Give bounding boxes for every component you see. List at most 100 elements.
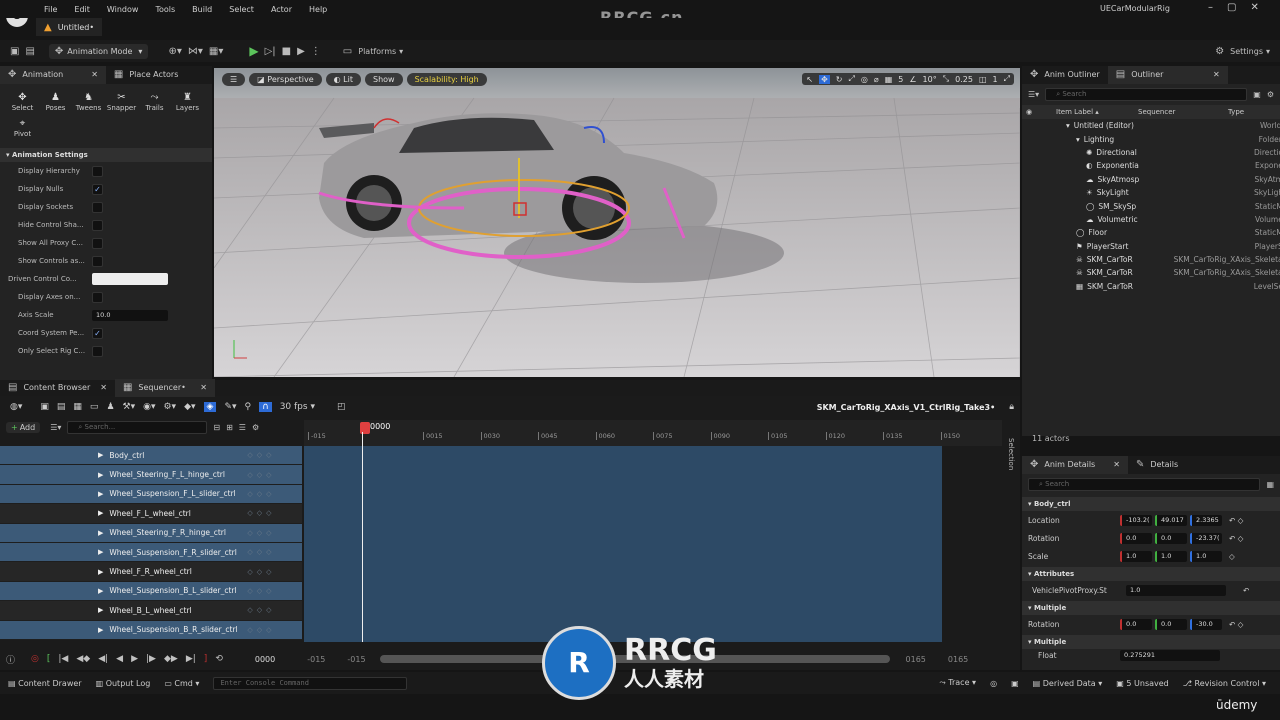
work-end[interactable]: 0165	[906, 655, 926, 664]
tab-place-actors[interactable]: ▦ Place Actors	[106, 66, 186, 84]
menu-edit[interactable]: Edit	[74, 5, 90, 14]
menu-actor[interactable]: Actor	[271, 5, 292, 14]
setting-checkbox[interactable]	[92, 291, 103, 303]
tool-trails[interactable]: ⤳ Trails	[138, 92, 171, 112]
find-icon[interactable]: ▤	[57, 402, 66, 412]
key-nav-icon[interactable]: ◇◇◇	[247, 587, 275, 595]
close-window-icon[interactable]: ✕	[1250, 2, 1258, 13]
expand-arrow-icon[interactable]: ▶	[98, 606, 103, 614]
reverse-icon[interactable]: ◀	[116, 654, 123, 664]
maximize-viewport-icon[interactable]: ⤢	[1004, 74, 1010, 84]
setting-checkbox[interactable]: ✓	[92, 327, 103, 339]
location-z[interactable]: 2.3365	[1190, 514, 1222, 526]
jump-end-icon[interactable]: ▶|	[186, 654, 196, 664]
lit-button[interactable]: ◐ Lit	[325, 72, 361, 86]
scale-z[interactable]: 1.0	[1190, 550, 1222, 562]
expand-icon[interactable]: ⊞	[226, 423, 233, 432]
prev-frame-icon[interactable]: ◀|	[98, 654, 108, 664]
rotation2-y[interactable]: 0.0	[1155, 618, 1187, 630]
tool-poses[interactable]: ♟ Poses	[39, 92, 72, 112]
trace-button[interactable]: ⤳ Trace ▾	[939, 678, 976, 688]
track-row[interactable]: ▶ Wheel_Steering_F_R_hinge_ctrl ◇◇◇	[0, 523, 302, 543]
outliner-row[interactable]: ☀SkyLight SkyLigh	[1022, 186, 1280, 199]
key-icon[interactable]: ♟	[106, 402, 114, 412]
play-forward-icon[interactable]: ▶	[131, 654, 138, 664]
camera-speed-value[interactable]: 1	[993, 75, 998, 84]
output-log-button[interactable]: ▥ Output Log	[96, 679, 151, 688]
tool-select[interactable]: ✥ Select	[6, 92, 39, 112]
multiple-header[interactable]: ▾ Multiple	[1022, 601, 1280, 615]
marker-icon[interactable]: ⚲	[245, 402, 252, 412]
track-row[interactable]: ▶ Wheel_B_L_wheel_ctrl ◇◇◇	[0, 601, 302, 621]
cinematics-icon[interactable]: ▦▾	[209, 46, 223, 57]
body-ctrl-header[interactable]: ▾ Body_ctrl	[1022, 497, 1280, 511]
play-icon[interactable]: ▶	[249, 44, 258, 58]
add-actor-icon[interactable]: ⊕▾	[168, 46, 181, 57]
select-mode-icon[interactable]: ↖	[806, 75, 813, 84]
step-icon[interactable]: ▷|	[265, 46, 276, 57]
more-icon[interactable]: ⋮	[311, 46, 321, 57]
info-icon[interactable]: ⓘ	[6, 653, 15, 666]
setting-checkbox[interactable]	[92, 255, 103, 267]
next-frame-icon[interactable]: |▶	[146, 654, 156, 664]
maximize-icon[interactable]: ▢	[1227, 2, 1236, 13]
setting-checkbox[interactable]	[92, 219, 103, 231]
outliner-row[interactable]: ☁ SkyAtmosp SkyAtm	[1022, 173, 1280, 186]
menu-tools[interactable]: Tools	[155, 5, 175, 14]
outliner-search[interactable]: ⌕ Search	[1045, 88, 1248, 101]
derived-data-button[interactable]: ▤ Derived Data ▾	[1033, 679, 1103, 688]
expand-arrow-icon[interactable]: ▶	[98, 548, 103, 556]
outliner-row[interactable]: ☠ SKM_CarToR SKM_CarToRig_XAxis_ Skeleta	[1022, 253, 1280, 266]
rotation2-z[interactable]: -30.0	[1190, 618, 1222, 630]
end-marker-icon[interactable]: ]	[204, 654, 208, 664]
track-row[interactable]: ▶ Wheel_Suspension_B_L_slider_ctrl ◇◇◇	[0, 581, 302, 602]
location-y[interactable]: 49.017	[1155, 514, 1187, 526]
platforms-button[interactable]: ▭ Platforms ▾	[343, 46, 403, 57]
angle-value[interactable]: 10°	[923, 75, 937, 84]
next-key-icon[interactable]: ◆▶	[164, 654, 178, 664]
playback-icon[interactable]: ⚙▾	[163, 402, 176, 412]
menu-build[interactable]: Build	[192, 5, 212, 14]
content-drawer-button[interactable]: ▤ Content Drawer	[8, 679, 82, 688]
close-icon[interactable]: ✕	[1113, 456, 1120, 474]
setting-checkbox[interactable]	[92, 237, 103, 249]
key-nav-icon[interactable]: ◇◇◇	[247, 490, 275, 498]
animation-settings-header[interactable]: ▾ Animation Settings	[0, 148, 212, 162]
track-row[interactable]: ▶ Wheel_Steering_F_L_hinge_ctrl ◇◇◇	[0, 465, 302, 485]
expand-arrow-icon[interactable]: ▶	[98, 626, 103, 634]
reset-icon[interactable]: ↶ ◇	[1229, 516, 1243, 525]
key-nav-icon[interactable]: ◇◇◇	[247, 548, 275, 556]
tab-content-browser[interactable]: ▤ Content Browser ✕	[0, 379, 115, 397]
expand-arrow-icon[interactable]: ▶	[98, 509, 103, 517]
timeline-ruler[interactable]: -015 0015 0030 0045 0060 0075 0090 0105 0120 0135…	[304, 420, 1002, 446]
rotation-z[interactable]: -23.37(	[1190, 532, 1222, 544]
track-row[interactable]: ▶ Wheel_F_R_wheel_ctrl ◇◇◇	[0, 562, 302, 582]
location-x[interactable]: -103.2(	[1120, 514, 1152, 526]
filter-icon[interactable]: ☰▾	[1028, 90, 1039, 99]
key-nav-icon[interactable]: ◇◇◇	[247, 471, 275, 479]
blueprint-icon[interactable]: ⋈▾	[188, 46, 203, 57]
save-icon[interactable]: ▣	[40, 402, 49, 412]
setting-checkbox[interactable]	[92, 201, 103, 213]
expand-arrow-icon[interactable]: ▶	[98, 587, 103, 595]
screenshot-icon[interactable]: ▣	[1011, 679, 1019, 688]
keyframe-icon[interactable]: ◆▾	[184, 402, 195, 412]
tab-anim-outliner[interactable]: ✥ Anim Outliner	[1022, 66, 1108, 84]
reset-icon[interactable]: ↶ ◇	[1229, 534, 1243, 543]
settings-button[interactable]: ⚙ Settings ▾	[1215, 46, 1270, 57]
record-icon[interactable]: ◎	[990, 679, 997, 688]
save-icon[interactable]: ▣	[10, 46, 19, 57]
tab-sequencer[interactable]: ▦ Sequencer• ✕	[114, 379, 215, 397]
outliner-row[interactable]: ✺Directional Directio	[1022, 146, 1280, 159]
jump-start-icon[interactable]: |◀	[58, 654, 68, 664]
scale-x[interactable]: 1.0	[1120, 550, 1152, 562]
col-type[interactable]: Type	[1228, 108, 1244, 116]
menu-file[interactable]: File	[44, 5, 57, 14]
gear-icon[interactable]: ⚙	[1267, 90, 1274, 99]
snap-icon[interactable]: ∩	[259, 402, 272, 412]
fps-dropdown[interactable]: 30 fps ▾	[280, 402, 315, 412]
local-space-icon[interactable]: ◎	[861, 75, 868, 84]
setting-checkbox[interactable]	[92, 345, 103, 357]
outliner-row[interactable]: ⚑ PlayerStart PlayerS	[1022, 240, 1280, 253]
expand-arrow-icon[interactable]: ▶	[98, 490, 103, 498]
